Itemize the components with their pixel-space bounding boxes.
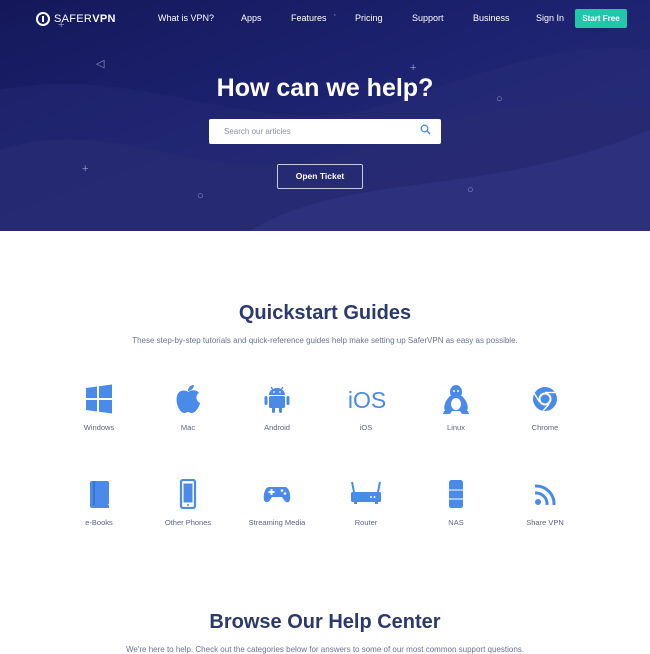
guide-label: Mac: [180, 423, 196, 432]
sparkle-icon: +: [82, 163, 89, 175]
guide-label: Share VPN: [526, 518, 564, 527]
nav-business[interactable]: Business: [473, 13, 510, 23]
quickstart-title: Quickstart Guides: [238, 302, 412, 324]
guide-router[interactable]: Router: [316, 479, 416, 539]
guide-label: Chrome: [531, 423, 559, 432]
nav-sign-in[interactable]: Sign In: [536, 13, 564, 23]
guide-label: iOS: [359, 423, 373, 432]
nas-icon: [449, 480, 463, 508]
logo-text-bold: VPN: [92, 13, 116, 25]
search-box: [209, 119, 441, 144]
guide-nas[interactable]: NAS: [406, 479, 506, 539]
top-nav: SAFERVPN What is VPN? Apps Features Pric…: [0, 0, 650, 38]
guide-label: Other Phones: [164, 518, 212, 527]
nav-what-is-vpn[interactable]: What is VPN?: [158, 13, 214, 23]
sparkle-icon: +: [410, 62, 417, 74]
circle-icon: ○: [197, 190, 204, 202]
guide-chrome[interactable]: Chrome: [495, 384, 595, 444]
hero-section: + · ◁ + ○ + ○ ○ SAFERVPN What is VPN? Ap…: [0, 0, 650, 231]
guide-mac[interactable]: Mac: [138, 384, 238, 444]
guide-label: Streaming Media: [248, 518, 306, 527]
guide-ebooks[interactable]: e-Books: [49, 479, 149, 539]
windows-icon: [86, 384, 112, 414]
guide-label: NAS: [448, 518, 464, 527]
search-icon[interactable]: [420, 124, 431, 135]
quickstart-subtitle: These step-by-step tutorials and quick-r…: [132, 336, 518, 345]
linux-icon: [443, 385, 469, 414]
browse-help-center-title: Browse Our Help Center: [209, 611, 441, 633]
nav-apps[interactable]: Apps: [241, 13, 262, 23]
guide-label: Android: [264, 423, 290, 432]
hero-title: How can we help?: [216, 74, 434, 102]
ios-icon: iOS: [348, 387, 386, 413]
android-icon: [264, 386, 290, 413]
guide-ios[interactable]: iOS iOS: [316, 384, 416, 444]
guide-share-vpn[interactable]: Share VPN: [495, 479, 595, 539]
guide-windows[interactable]: Windows: [49, 384, 149, 444]
router-icon: [351, 481, 381, 504]
search-input[interactable]: [209, 119, 409, 144]
nav-pricing[interactable]: Pricing: [355, 13, 383, 23]
share-icon: [534, 484, 556, 506]
circle-icon: ○: [467, 184, 474, 196]
guide-other-phones[interactable]: Other Phones: [138, 479, 238, 539]
phone-icon: [179, 479, 197, 509]
gamepad-icon: [263, 487, 291, 503]
triangle-icon: ◁: [96, 58, 105, 70]
guide-label: Router: [354, 518, 378, 527]
chrome-icon: [533, 387, 557, 412]
guide-label: e-Books: [85, 518, 113, 527]
guide-label: Linux: [447, 423, 465, 432]
open-ticket-button[interactable]: Open Ticket: [277, 164, 363, 189]
start-free-button[interactable]: Start Free: [575, 9, 627, 28]
nav-features[interactable]: Features: [291, 13, 327, 23]
nav-support[interactable]: Support: [412, 13, 444, 23]
guide-streaming-media[interactable]: Streaming Media: [227, 479, 327, 539]
guide-android[interactable]: Android: [227, 384, 327, 444]
guide-linux[interactable]: Linux: [406, 384, 506, 444]
shield-logo-icon: [36, 12, 50, 26]
apple-icon: [176, 385, 200, 413]
svg-text:iOS: iOS: [348, 387, 386, 413]
guide-label: Windows: [83, 423, 115, 432]
logo-text-light: SAFER: [54, 13, 93, 25]
ebook-icon: [90, 481, 109, 508]
safervpn-logo[interactable]: SAFERVPN: [36, 11, 116, 27]
